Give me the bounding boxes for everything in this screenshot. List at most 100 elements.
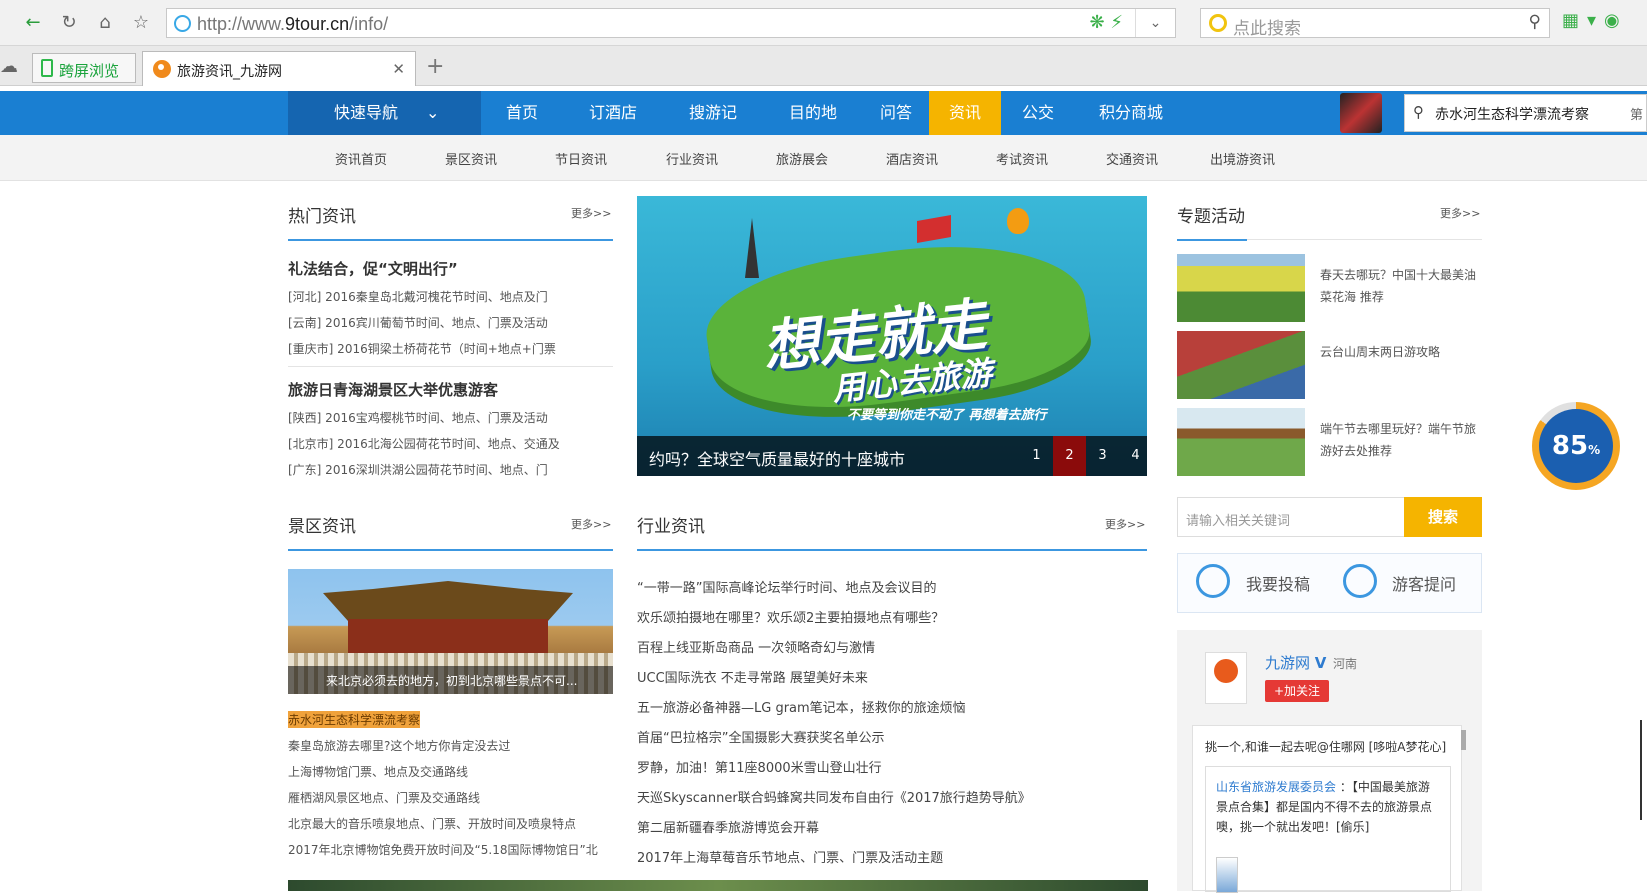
- subnav-exam[interactable]: 考试资讯: [996, 149, 1048, 168]
- quick-nav-button[interactable]: 快速导航 ⌄: [288, 91, 481, 135]
- list-item[interactable]: 上海博物馆门票、地点及交通路线: [288, 763, 468, 780]
- back-icon[interactable]: ←: [20, 10, 46, 36]
- weibo-repost-card[interactable]: 山东省旅游发展委员会 ：【中国最美旅游景点合集】都是国内不得不去的旅游景点噢，挑…: [1205, 766, 1451, 893]
- weibo-account-name[interactable]: 九游网 V: [1265, 652, 1326, 673]
- bottom-banner-image[interactable]: [288, 880, 1148, 891]
- address-bar[interactable]: http://www.9tour.cn/info/ ❋ ⚡ ⌄: [166, 8, 1176, 38]
- speed-gauge[interactable]: 85%: [1532, 402, 1620, 490]
- subnav-outbound[interactable]: 出境游资讯: [1210, 149, 1275, 168]
- list-item[interactable]: 百程上线亚斯岛商品 一次领略奇幻与激情: [637, 637, 875, 656]
- scenic-more-link[interactable]: 更多>>: [571, 516, 611, 532]
- list-item[interactable]: [重庆市] 2016铜梁土桥荷花节（时间+地点+门票: [288, 340, 556, 357]
- nav-points-mall[interactable]: 积分商城: [1075, 91, 1187, 135]
- list-item[interactable]: [云南] 2016宾川葡萄节时间、地点、门票及活动: [288, 314, 548, 331]
- browser-search[interactable]: 点此搜索 ⚲: [1200, 8, 1550, 39]
- banner-page-3[interactable]: 3: [1086, 436, 1119, 476]
- weibo-thumbnail[interactable]: [1216, 857, 1238, 893]
- subnav-scenic[interactable]: 景区资讯: [445, 149, 497, 168]
- divider: [288, 549, 613, 551]
- list-item[interactable]: [河北] 2016秦皇岛北戴河槐花节时间、地点及门: [288, 288, 548, 305]
- new-tab-icon[interactable]: +: [426, 54, 444, 79]
- list-item[interactable]: 欢乐颂拍摄地在哪里？欢乐颂2主要拍摄地点有哪些？: [637, 607, 944, 626]
- list-item[interactable]: [广东] 2016深圳洪湖公园荷花节时间、地点、门: [288, 461, 548, 478]
- list-item[interactable]: UCC国际洗衣 不走寻常路 展望美好未来: [637, 667, 868, 686]
- list-item[interactable]: 雁栖湖风景区地点、门票及交通路线: [288, 789, 480, 806]
- list-item[interactable]: 2017年上海草莓音乐节地点、门票、门票及活动主题: [637, 847, 943, 866]
- list-item[interactable]: [北京市] 2016北海公园荷花节时间、地点、交通及: [288, 435, 560, 452]
- nav-home[interactable]: 首页: [481, 91, 563, 135]
- list-item-highlighted[interactable]: 赤水河生态科学漂流考察: [288, 711, 421, 728]
- forbidden-city-photo[interactable]: 来北京必须去的地方，初到北京哪些景点不可...: [288, 569, 613, 694]
- banner-page-2[interactable]: 2: [1053, 436, 1086, 476]
- list-item[interactable]: “一带一路”国际高峰论坛举行时间、地点及会议目的: [637, 577, 936, 596]
- weibo-repost-text: 山东省旅游发展委员会 ：【中国最美旅游景点合集】都是国内不得不去的旅游景点噢，挑…: [1216, 780, 1433, 834]
- industry-more-link[interactable]: 更多>>: [1105, 516, 1145, 532]
- submit-article-button[interactable]: 我要投稿: [1246, 571, 1310, 595]
- subnav-festival[interactable]: 节日资讯: [555, 149, 607, 168]
- banner-page-1[interactable]: 1: [1020, 436, 1053, 476]
- list-item[interactable]: 北京最大的音乐喷泉地点、门票、开放时间及喷泉特点: [288, 815, 576, 832]
- nav-bus[interactable]: 公交: [1001, 91, 1075, 135]
- nav-news[interactable]: 资讯: [929, 91, 1001, 135]
- keyword-search[interactable]: 请输入相关关键词 搜索: [1177, 497, 1482, 537]
- ask-question-button[interactable]: 游客提问: [1392, 571, 1456, 595]
- topic-link[interactable]: 端午节去哪里玩好？端午节旅游好去处推荐: [1320, 418, 1485, 462]
- tab-label: 旅游资讯_九游网: [177, 64, 282, 80]
- weibo-feed[interactable]: 挑一个,和谁一起去呢@住哪网 [哆啦A梦花心] 山东省旅游发展委员会 ：【中国最…: [1192, 725, 1462, 893]
- nav-qa[interactable]: 问答: [863, 91, 929, 135]
- app-ad-image[interactable]: [1340, 93, 1382, 133]
- window-edge: [1640, 720, 1647, 820]
- follow-button[interactable]: +加关注: [1265, 680, 1329, 702]
- banner-slideshow[interactable]: 想走就走 用心去旅游 不要等到你走不动了 再想着去旅行 约吗？全球空气质量最好的…: [637, 196, 1147, 476]
- globe-icon: [174, 15, 191, 32]
- 9tour-logo: [1205, 652, 1247, 704]
- banner-caption[interactable]: 约吗？全球空气质量最好的十座城市: [649, 446, 905, 470]
- palace-roof: [323, 581, 573, 621]
- list-item[interactable]: [陕西] 2016宝鸡樱桃节时间、地点、门票及活动: [288, 409, 548, 426]
- subnav-hotel[interactable]: 酒店资讯: [886, 149, 938, 168]
- topic-link[interactable]: 云台山周末两日游攻略: [1320, 341, 1485, 363]
- search-icon[interactable]: ⚲: [1529, 12, 1541, 32]
- list-item[interactable]: 2017年北京博物馆免费开放时间及“5.18国际博物馆日”北: [288, 841, 598, 858]
- nav-destination[interactable]: 目的地: [763, 91, 863, 135]
- tab-9tour[interactable]: 旅游资讯_九游网 ✕: [142, 51, 416, 86]
- banner-tagline: 不要等到你走不动了 再想着去旅行: [847, 408, 1047, 423]
- close-icon[interactable]: ✕: [392, 60, 405, 78]
- star-icon[interactable]: ☆: [128, 10, 154, 36]
- topic-image-pavilion[interactable]: [1177, 408, 1305, 476]
- extensions-icon[interactable]: ▦▾◉: [1562, 10, 1628, 31]
- nav-travelogue[interactable]: 搜游记: [663, 91, 763, 135]
- hot-news-headline[interactable]: 礼法结合，促“文明出行”: [288, 258, 458, 279]
- hot-news-more-link[interactable]: 更多>>: [571, 205, 611, 221]
- speed-icon[interactable]: ❋ ⚡: [1090, 12, 1123, 33]
- banner-page-4[interactable]: 4: [1119, 436, 1147, 476]
- topic-image-canola[interactable]: [1177, 254, 1305, 322]
- topic-link[interactable]: 春天去哪玩？中国十大最美油菜花海 推荐: [1320, 264, 1485, 308]
- list-item[interactable]: 秦皇岛旅游去哪里?这个地方你肯定没去过: [288, 737, 510, 754]
- refresh-icon[interactable]: ↻: [56, 10, 82, 36]
- list-item[interactable]: 天巡Skyscanner联合蚂蜂窝共同发布自由行《2017旅行趋势导航》: [637, 787, 1031, 806]
- list-item[interactable]: 罗静，加油！第11座8000米雪山登山壮行: [637, 757, 882, 776]
- topic-image-yuntai[interactable]: [1177, 331, 1305, 399]
- weibo-post: 挑一个,和谁一起去呢@住哪网 [哆啦A梦花心]: [1205, 740, 1447, 754]
- list-item[interactable]: 五一旅游必备神器—LG gram笔记本，拯救你的旅途烦恼: [637, 697, 966, 716]
- subnav-news-home[interactable]: 资讯首页: [335, 149, 387, 168]
- tab-kuaping[interactable]: 跨屏浏览: [32, 53, 136, 83]
- home-icon[interactable]: ⌂: [92, 10, 118, 36]
- chat-bubble-icon: [1343, 564, 1377, 598]
- hot-news-headline[interactable]: 旅游日青海湖景区大举优惠游客: [288, 379, 498, 400]
- weibo-scrollbar[interactable]: [1461, 730, 1466, 750]
- photo-caption: 来北京必须去的地方，初到北京哪些景点不可...: [326, 674, 578, 688]
- chevron-down-icon[interactable]: ⌄: [1135, 9, 1175, 37]
- subnav-industry[interactable]: 行业资讯: [666, 149, 718, 168]
- keyword-search-button[interactable]: 搜索: [1404, 497, 1482, 537]
- cloud-icon[interactable]: ☁: [0, 56, 18, 77]
- nav-hotel[interactable]: 订酒店: [563, 91, 663, 135]
- topics-more-link[interactable]: 更多>>: [1440, 205, 1480, 221]
- list-item[interactable]: 首届“巴拉格宗”全国摄影大赛获奖名单公示: [637, 727, 884, 746]
- subnav-traffic[interactable]: 交通资讯: [1106, 149, 1158, 168]
- subnav-expo[interactable]: 旅游展会: [776, 149, 828, 168]
- site-search-input[interactable]: ⚲ 赤水河生态科学漂流考察 第: [1404, 94, 1647, 132]
- list-item[interactable]: 第二届新疆春季旅游博览会开幕: [637, 817, 819, 836]
- browser-search-placeholder: 点此搜索: [1233, 19, 1301, 39]
